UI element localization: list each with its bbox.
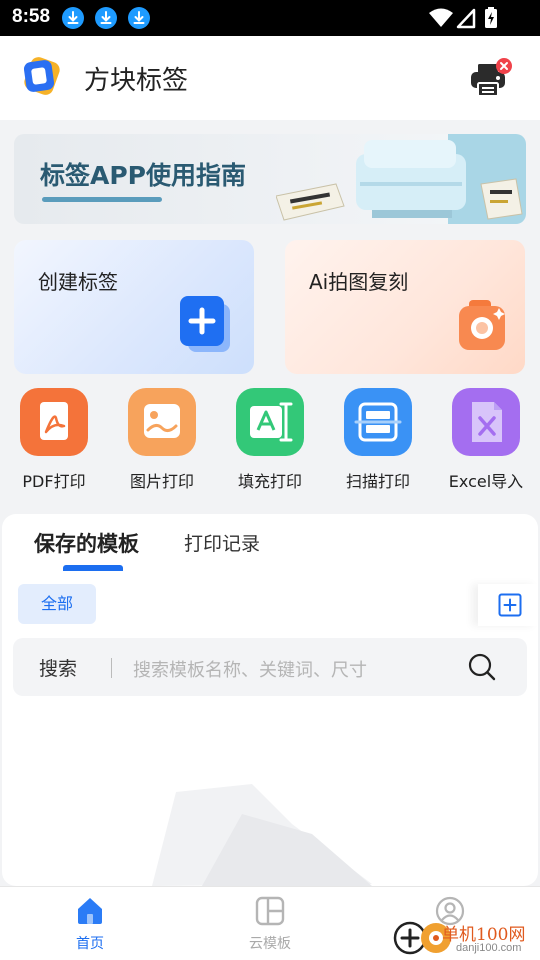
status-time: 8:58: [12, 6, 51, 27]
camera-icon: [459, 300, 505, 350]
nav-cloud-templates-label: 云模板: [249, 936, 291, 952]
signal-icon: [456, 8, 476, 29]
tool-fill-print[interactable]: 填充打印: [220, 388, 320, 492]
tool-pdf-print-label: PDF打印: [22, 472, 86, 491]
active-tab-indicator: [63, 565, 123, 571]
banner-underline: [42, 197, 162, 202]
download-icon: [128, 7, 150, 29]
printer-icon: [471, 58, 512, 97]
nav-home[interactable]: 首页: [30, 887, 150, 960]
app-logo-icon: [23, 57, 60, 95]
home-icon: [78, 898, 102, 924]
empty-state-illustration: [152, 784, 372, 886]
add-document-icon: [180, 296, 230, 352]
tool-image-print[interactable]: 图片打印: [112, 388, 212, 492]
filter-chip-all[interactable]: 全部: [18, 584, 96, 624]
tool-fill-print-label: 填充打印: [237, 472, 302, 491]
tool-pdf-print[interactable]: PDF打印: [4, 388, 104, 492]
excel-icon: [452, 388, 520, 456]
create-label-title: 创建标签: [38, 270, 118, 294]
printer-connection-button[interactable]: [468, 58, 512, 98]
app-header: 方块标签: [0, 36, 540, 120]
tab-saved-templates[interactable]: 保存的模板: [34, 528, 139, 558]
wifi-icon: [429, 8, 453, 27]
template-search[interactable]: 搜索 搜索模板名称、关键词、尺寸: [13, 638, 527, 696]
tool-image-print-label: 图片打印: [129, 472, 194, 491]
add-category-button[interactable]: [478, 584, 538, 626]
banner-title: 标签APP使用指南: [40, 161, 246, 190]
download-icon: [95, 7, 117, 29]
download-icon: [62, 7, 84, 29]
app-title: 方块标签: [84, 66, 189, 96]
search-input[interactable]: 搜索模板名称、关键词、尺寸: [133, 656, 367, 682]
tool-excel-import[interactable]: Excel导入: [436, 388, 536, 492]
tool-scan-print[interactable]: 扫描打印: [328, 388, 428, 492]
templates-panel: 保存的模板 打印记录 全部 搜索 搜索模板名称、关键词、尺寸: [2, 514, 538, 886]
template-grid-icon: [255, 896, 285, 926]
fill-text-icon: [236, 388, 304, 456]
status-bar: 8:58: [0, 0, 540, 36]
pdf-icon: [20, 388, 88, 456]
search-label: 搜索: [39, 658, 78, 680]
nav-home-label: 首页: [76, 936, 104, 952]
watermark-domain: danji100.com: [456, 942, 522, 954]
tool-excel-import-label: Excel导入: [448, 472, 524, 491]
ai-photo-copy-title: Ai拍图复刻: [309, 270, 409, 294]
ai-photo-copy-card[interactable]: Ai拍图复刻: [285, 240, 525, 374]
tool-scan-print-label: 扫描打印: [345, 472, 410, 491]
site-watermark: 单机100网 danji100.com: [392, 916, 540, 960]
scan-icon: [344, 388, 412, 456]
create-label-card[interactable]: 创建标签: [14, 240, 254, 374]
tab-print-history[interactable]: 打印记录: [184, 529, 260, 556]
search-icon[interactable]: [468, 653, 496, 681]
label-printer-illustration: [276, 134, 526, 224]
nav-cloud-templates[interactable]: 云模板: [210, 887, 330, 960]
image-icon: [128, 388, 196, 456]
guide-banner[interactable]: 标签APP使用指南: [14, 134, 526, 224]
add-square-icon: [498, 593, 522, 617]
battery-charging-icon: [485, 7, 497, 28]
search-divider: [111, 658, 112, 678]
